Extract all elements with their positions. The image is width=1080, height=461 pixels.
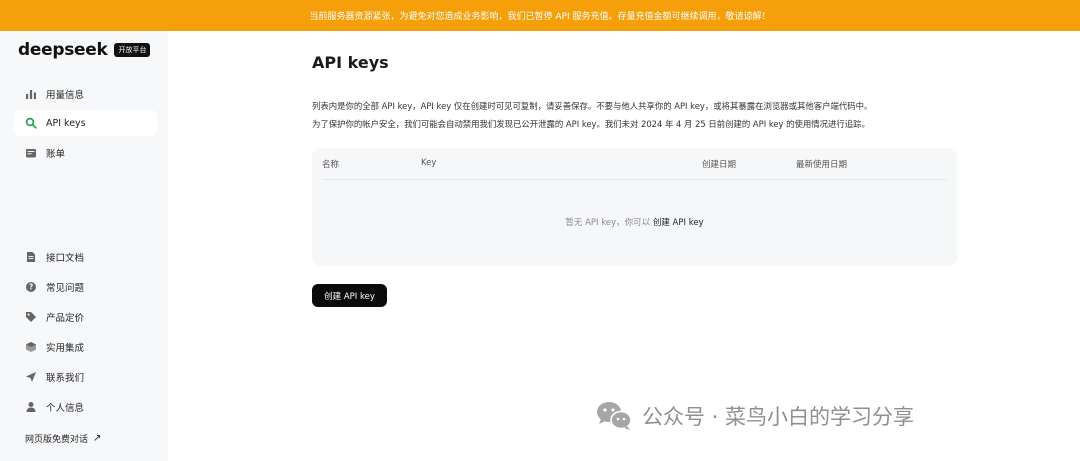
column-header-created: 创建日期 — [702, 160, 737, 170]
page-title: API keys — [312, 53, 389, 72]
send-icon — [25, 371, 37, 383]
user-icon — [25, 401, 37, 413]
sidebar-item-label: 用量信息 — [46, 90, 85, 101]
wechat-icon — [597, 402, 632, 430]
watermark-text: 公众号 · 菜鸟小白的学习分享 — [642, 405, 915, 429]
sidebar-item-pricing[interactable]: 产品定价 — [14, 304, 157, 330]
sidebar-item-api-docs[interactable]: 接口文档 — [14, 244, 157, 270]
bar-chart-icon — [25, 88, 37, 100]
sidebar-item-label: API keys — [46, 117, 86, 129]
sidebar-item-label: 产品定价 — [46, 313, 85, 324]
service-notice-banner: 当前服务器资源紧张，为避免对您造成业务影响，我们已暂停 API 服务充值。存量充… — [0, 0, 1080, 31]
column-header-name: 名称 — [322, 160, 340, 170]
sidebar: deepseek 开放平台 用量信息 API keys 账单 接口文档 ? 常见… — [0, 31, 168, 461]
sidebar-item-label: 联系我们 — [46, 373, 85, 384]
sidebar-item-usage[interactable]: 用量信息 — [14, 81, 157, 107]
question-icon: ? — [25, 281, 37, 293]
sidebar-item-label: 常见问题 — [46, 283, 85, 294]
table-header-divider — [322, 179, 947, 180]
create-api-key-button[interactable]: 创建 API key — [312, 284, 387, 307]
empty-state: 暂无 API key，你可以 创建 API key — [312, 216, 957, 228]
description-line-1: 列表内是你的全部 API key，API key 仅在创建时可见可复制，请妥善保… — [312, 101, 873, 111]
logo-text: deepseek — [18, 40, 108, 60]
cube-icon — [25, 341, 37, 353]
wallet-icon — [25, 147, 37, 159]
sidebar-item-contact[interactable]: 联系我们 — [14, 364, 157, 390]
web-chat-link[interactable]: 网页版免费对话 ↗ — [25, 432, 101, 445]
empty-state-text: 暂无 API key，你可以 — [565, 218, 651, 228]
logo-badge: 开放平台 — [114, 43, 151, 57]
sidebar-item-billing[interactable]: 账单 — [14, 140, 157, 166]
tag-icon — [25, 311, 37, 323]
sidebar-item-api-keys[interactable]: API keys — [14, 110, 157, 136]
sidebar-item-label: 账单 — [46, 149, 66, 160]
sidebar-item-profile[interactable]: 个人信息 — [14, 394, 157, 420]
svg-text:?: ? — [29, 283, 33, 292]
sidebar-item-label: 接口文档 — [46, 253, 85, 264]
api-keys-table: 名称 Key 创建日期 最新使用日期 暂无 API key，你可以 创建 API… — [312, 148, 957, 266]
empty-state-create-link[interactable]: 创建 API key — [653, 218, 704, 228]
external-arrow-icon: ↗ — [93, 433, 102, 444]
banner-text: 当前服务器资源紧张，为避免对您造成业务影响，我们已暂停 API 服务充值。存量充… — [309, 12, 771, 22]
search-icon — [25, 117, 37, 129]
sidebar-item-faq[interactable]: ? 常见问题 — [14, 274, 157, 300]
column-header-last-used: 最新使用日期 — [796, 160, 848, 170]
sidebar-item-label: 实用集成 — [46, 343, 85, 354]
document-icon — [25, 251, 37, 263]
description-line-2: 为了保护你的帐户安全，我们可能会自动禁用我们发现已公开泄露的 API key。我… — [312, 119, 870, 129]
watermark: 公众号 · 菜鸟小白的学习分享 — [594, 399, 914, 433]
web-chat-link-label: 网页版免费对话 — [25, 435, 89, 445]
sidebar-item-integrations[interactable]: 实用集成 — [14, 334, 157, 360]
sidebar-item-label: 个人信息 — [46, 403, 85, 414]
logo[interactable]: deepseek 开放平台 — [18, 40, 151, 60]
column-header-key: Key — [421, 158, 437, 168]
